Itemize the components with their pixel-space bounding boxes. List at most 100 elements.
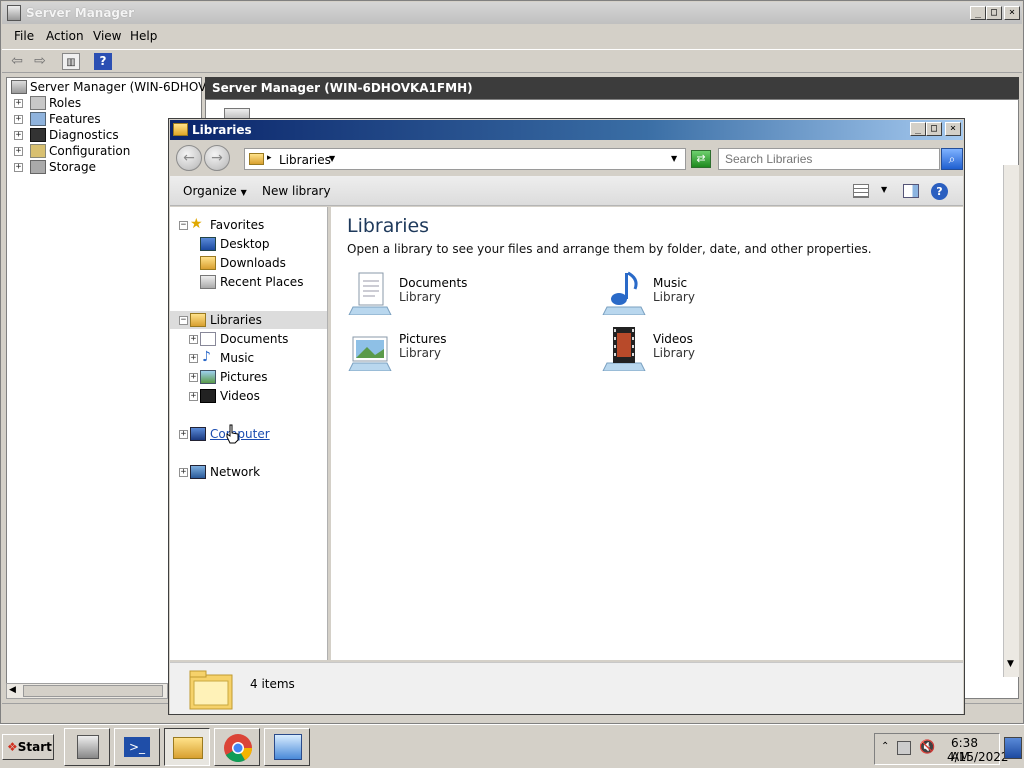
close-button[interactable]: × [1004, 6, 1020, 20]
content-subtitle: Open a library to see your files and arr… [347, 242, 872, 256]
nav-computer[interactable]: + Computer [170, 425, 327, 443]
library-item-pictures[interactable]: Pictures Library [347, 325, 567, 375]
server-icon [11, 80, 27, 94]
forward-arrow-icon[interactable]: ⇨ [31, 53, 49, 70]
address-history-dropdown-icon[interactable]: ▼ [671, 154, 677, 163]
chrome-icon [224, 734, 252, 762]
back-button[interactable]: ← [176, 145, 202, 171]
library-name: Documents [399, 276, 468, 290]
taskbar-explorer[interactable] [164, 728, 210, 766]
maximize-button[interactable]: □ [926, 122, 942, 136]
forward-button[interactable]: → [204, 145, 230, 171]
search-input[interactable] [718, 148, 940, 170]
expand-icon[interactable]: + [179, 468, 188, 477]
expand-icon[interactable]: + [14, 147, 23, 156]
library-item-videos[interactable]: Videos Library [601, 325, 821, 375]
nav-label: Pictures [220, 370, 268, 384]
nav-label: Documents [220, 332, 289, 346]
tree-root[interactable]: Server Manager (WIN-6DHOVKA1F [7, 79, 237, 95]
server-manager-titlebar[interactable]: Server Manager _ □ × [2, 2, 1022, 24]
nav-network[interactable]: + Network [170, 463, 327, 481]
expand-icon[interactable]: + [189, 373, 198, 382]
notification-area: ⌃ 🔇 6:38 AM 4/15/2022 [874, 733, 1009, 765]
new-library-button[interactable]: New library [262, 184, 331, 198]
nav-pictures[interactable]: + Pictures [170, 368, 327, 386]
library-item-music[interactable]: Music Library [601, 269, 821, 319]
chevron-down-icon: ▼ [240, 188, 247, 197]
minimize-button[interactable]: _ [970, 6, 986, 20]
menu-action[interactable]: Action [46, 29, 84, 43]
nav-desktop[interactable]: Desktop [170, 235, 327, 253]
tree-horizontal-scrollbar[interactable]: ◀ [6, 683, 168, 699]
scroll-down-icon[interactable]: ▼ [1007, 659, 1014, 669]
expand-icon[interactable]: + [14, 131, 23, 140]
network-tray-icon[interactable] [897, 741, 911, 755]
address-bar[interactable]: ▸ Libraries ▼ ▼ [244, 148, 686, 170]
window-title: Server Manager [26, 6, 135, 20]
show-desktop-icon[interactable] [1004, 737, 1022, 759]
library-type: Library [653, 290, 695, 304]
clock-date[interactable]: 4/15/2022 [947, 750, 1009, 764]
organize-button[interactable]: Organize ▼ [183, 184, 247, 198]
nav-libraries[interactable]: − Libraries [170, 311, 327, 329]
content-title: Libraries [347, 215, 430, 237]
menu-help[interactable]: Help [130, 29, 157, 43]
roles-icon [30, 96, 46, 110]
preview-pane-icon[interactable] [903, 184, 919, 198]
expand-icon[interactable]: + [14, 115, 23, 124]
nav-downloads[interactable]: Downloads [170, 254, 327, 272]
taskbar-chrome[interactable] [214, 728, 260, 766]
start-button[interactable]: ❖Start [2, 734, 54, 760]
expand-icon[interactable]: + [189, 335, 198, 344]
minimize-button[interactable]: _ [910, 122, 926, 136]
search-icon[interactable]: ⌕ [941, 148, 963, 170]
menu-view[interactable]: View [93, 29, 121, 43]
menu-file[interactable]: File [14, 29, 34, 43]
libraries-icon [190, 313, 206, 327]
taskbar-server-manager[interactable] [64, 728, 110, 766]
refresh-button[interactable]: ⇄ [691, 150, 711, 168]
star-icon: ★ [190, 216, 203, 232]
command-bar: Organize ▼ New library ▼ ? [170, 176, 963, 206]
chevron-down-icon[interactable]: ▼ [881, 185, 887, 194]
library-type: Library [399, 346, 441, 360]
expand-icon[interactable]: + [14, 163, 23, 172]
collapse-icon[interactable]: − [179, 221, 188, 230]
taskbar-powershell[interactable]: >_ [114, 728, 160, 766]
taskbar-control-panel[interactable] [264, 728, 310, 766]
nav-favorites[interactable]: − ★ Favorites [170, 216, 327, 234]
nav-music[interactable]: + ♪ Music [170, 349, 327, 367]
scroll-thumb[interactable] [23, 685, 163, 697]
expand-icon[interactable]: + [189, 354, 198, 363]
expand-icon[interactable]: + [14, 99, 23, 108]
help-icon[interactable]: ? [94, 53, 112, 70]
show-hidden-icons-icon[interactable]: ⌃ [881, 741, 889, 752]
nav-videos[interactable]: + Videos [170, 387, 327, 405]
close-button[interactable]: × [945, 122, 961, 136]
nav-label: Recent Places [220, 275, 304, 289]
chevron-down-icon[interactable]: ▼ [329, 154, 335, 163]
expand-icon[interactable]: + [189, 392, 198, 401]
nav-label: Downloads [220, 256, 286, 270]
help-icon[interactable]: ? [931, 183, 948, 200]
tree-item-label: Diagnostics [49, 128, 119, 142]
nav-documents[interactable]: + Documents [170, 330, 327, 348]
chevron-right-icon[interactable]: ▸ [267, 153, 272, 163]
windows-logo-icon: ❖ [7, 740, 18, 754]
collapse-icon[interactable]: − [179, 316, 188, 325]
computer-icon [190, 427, 206, 441]
maximize-button[interactable]: □ [986, 6, 1002, 20]
change-view-icon[interactable] [853, 184, 869, 198]
show-hide-console-tree-icon[interactable]: ▥ [62, 53, 80, 70]
back-arrow-icon[interactable]: ⇦ [8, 53, 26, 70]
nav-recent-places[interactable]: Recent Places [170, 273, 327, 291]
tree-item-label: Features [49, 112, 101, 126]
scroll-left-icon[interactable]: ◀ [9, 685, 16, 695]
library-item-documents[interactable]: Documents Library [347, 269, 567, 319]
volume-muted-icon[interactable]: 🔇 [919, 740, 935, 755]
library-type: Library [399, 290, 441, 304]
expand-icon[interactable]: + [179, 430, 188, 439]
menu-bar: File Action View Help [2, 25, 1022, 47]
right-pane-vertical-scrollbar[interactable]: ▼ [1003, 165, 1019, 677]
libraries-titlebar[interactable]: Libraries _ □ × [170, 120, 963, 140]
